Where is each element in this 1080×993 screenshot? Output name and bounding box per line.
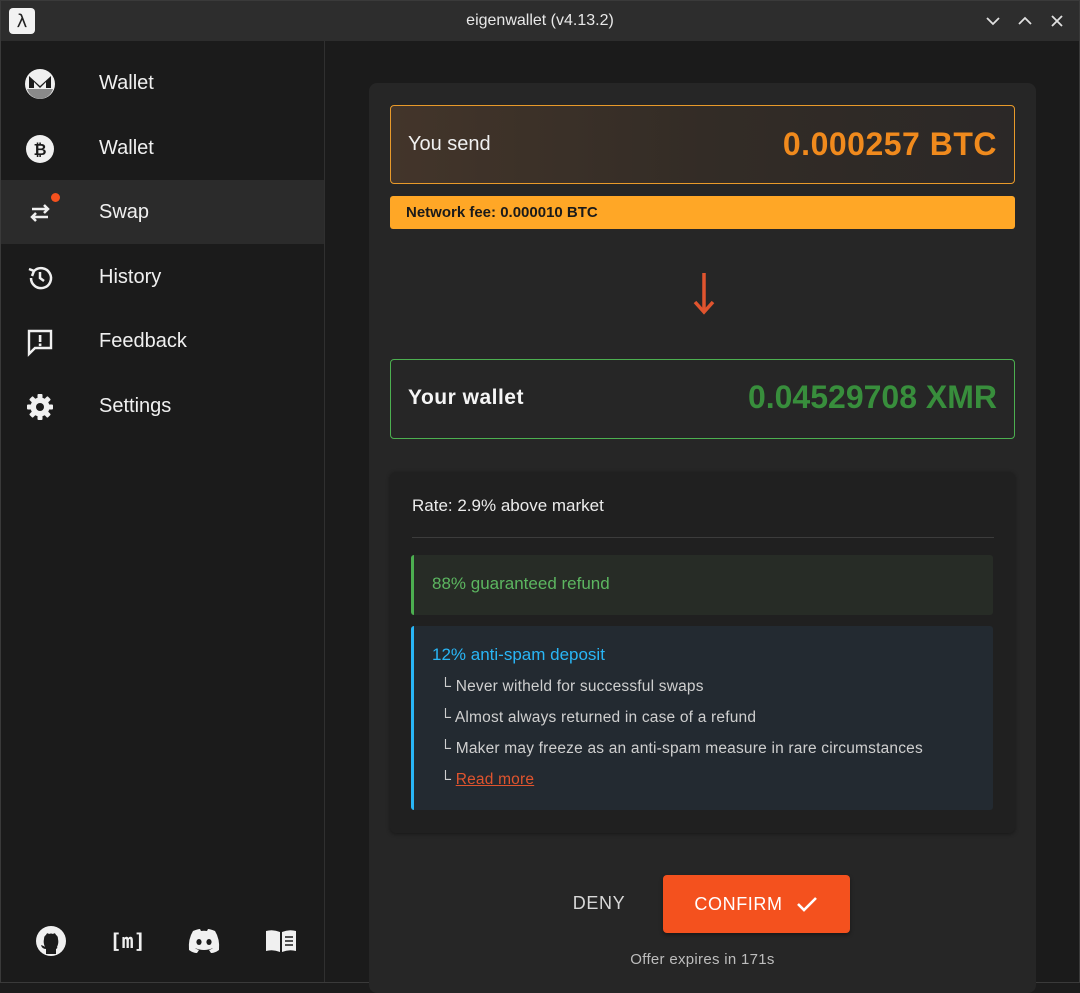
sidebar-item-label: Swap — [99, 200, 150, 223]
rate-text: Rate: 2.9% above market — [412, 496, 604, 515]
sidebar: Wallet ₿ Wallet Swap History Feedback Se… — [1, 41, 325, 982]
read-more-link[interactable]: Read more — [456, 771, 534, 788]
network-fee-banner: Network fee: 0.000010 BTC — [390, 196, 1015, 229]
github-icon[interactable] — [31, 921, 71, 961]
sidebar-item-label: Wallet — [99, 136, 154, 159]
swap-offer-card: You send 0.000257 BTC Network fee: 0.000… — [369, 83, 1036, 993]
deposit-line: └ Maker may freeze as an anti-spam measu… — [440, 740, 923, 758]
deposit-line: └ Almost always returned in case of a re… — [440, 709, 756, 727]
lambda-app-icon: λ — [9, 8, 35, 34]
deny-button[interactable]: DENY — [559, 883, 639, 923]
sidebar-item-label: History — [99, 265, 162, 288]
svg-text:₿: ₿ — [33, 140, 46, 159]
sidebar-item-settings[interactable]: Settings — [1, 374, 324, 438]
send-amount: 0.000257 BTC — [782, 126, 997, 162]
tree-prefix: └ — [440, 771, 452, 788]
divider — [412, 537, 994, 538]
bitcoin-icon: ₿ — [23, 132, 57, 166]
confirm-button[interactable]: CONFIRM — [663, 875, 850, 933]
deposit-line-text: Never witheld for successful swaps — [455, 678, 704, 695]
sidebar-item-label: Wallet — [99, 71, 154, 94]
tree-prefix: └ — [440, 740, 452, 757]
sidebar-item-history[interactable]: History — [1, 245, 324, 309]
notification-badge — [51, 193, 60, 202]
gear-icon — [23, 390, 57, 424]
window-title: eigenwallet (v4.13.2) — [466, 12, 614, 29]
offer-actions: DENY CONFIRM — [369, 875, 1036, 935]
sidebar-item-monero-wallet[interactable]: Wallet — [1, 51, 324, 115]
minimize-button[interactable] — [981, 9, 1005, 33]
deposit-title: 12% anti-spam deposit — [432, 645, 605, 664]
feedback-icon — [23, 325, 57, 359]
sidebar-item-label: Settings — [99, 394, 172, 417]
tree-prefix: └ — [440, 678, 452, 695]
offer-details-panel: Rate: 2.9% above market 88% guaranteed r… — [390, 472, 1015, 833]
main-content: You send 0.000257 BTC Network fee: 0.000… — [326, 41, 1079, 993]
receive-wallet-box: Your wallet 0.04529708 XMR — [390, 359, 1015, 439]
close-icon — [1051, 15, 1063, 27]
app-window: λ eigenwallet (v4.13.2) Wallet ₿ Wallet … — [0, 0, 1080, 993]
chevron-down-icon — [986, 17, 1000, 26]
arrow-down-icon — [693, 273, 715, 315]
tree-prefix: └ — [440, 709, 452, 726]
sidebar-item-feedback[interactable]: Feedback — [1, 309, 324, 373]
matrix-icon[interactable]: [m] — [108, 921, 148, 961]
discord-icon[interactable] — [184, 921, 224, 961]
send-label: You send — [408, 133, 491, 155]
history-icon — [23, 261, 57, 295]
refund-text: 88% guaranteed refund — [432, 574, 610, 593]
deposit-line-text: Almost always returned in case of a refu… — [454, 709, 757, 726]
deposit-line: └ Never witheld for successful swaps — [440, 678, 704, 696]
wallet-label: Your wallet — [408, 386, 524, 409]
deposit-info-box: 12% anti-spam deposit └ Never witheld fo… — [411, 626, 993, 810]
confirm-label: CONFIRM — [694, 893, 783, 914]
sidebar-item-label: Feedback — [99, 329, 187, 352]
network-fee-text: Network fee: 0.000010 BTC — [406, 204, 598, 221]
checkmark-icon — [796, 897, 817, 912]
sidebar-item-bitcoin-wallet[interactable]: ₿ Wallet — [1, 116, 324, 180]
chevron-up-icon — [1018, 16, 1032, 25]
deposit-line: └ Read more — [440, 771, 534, 789]
sidebar-footer: [m] — [31, 919, 301, 963]
send-amount-box: You send 0.000257 BTC — [390, 105, 1015, 184]
title-bar: λ eigenwallet (v4.13.2) — [1, 1, 1079, 41]
monero-icon — [23, 67, 57, 101]
sidebar-item-swap[interactable]: Swap — [1, 180, 324, 244]
close-button[interactable] — [1045, 9, 1069, 33]
maximize-button[interactable] — [1013, 9, 1037, 33]
book-icon[interactable] — [261, 921, 301, 961]
refund-info-box: 88% guaranteed refund — [411, 555, 993, 615]
offer-expiry-text: Offer expires in 171s — [630, 951, 775, 968]
matrix-glyph: [m] — [109, 929, 146, 953]
receive-amount: 0.04529708 XMR — [747, 379, 997, 415]
deposit-line-text: Maker may freeze as an anti-spam measure… — [455, 740, 923, 757]
window-controls — [981, 9, 1069, 33]
